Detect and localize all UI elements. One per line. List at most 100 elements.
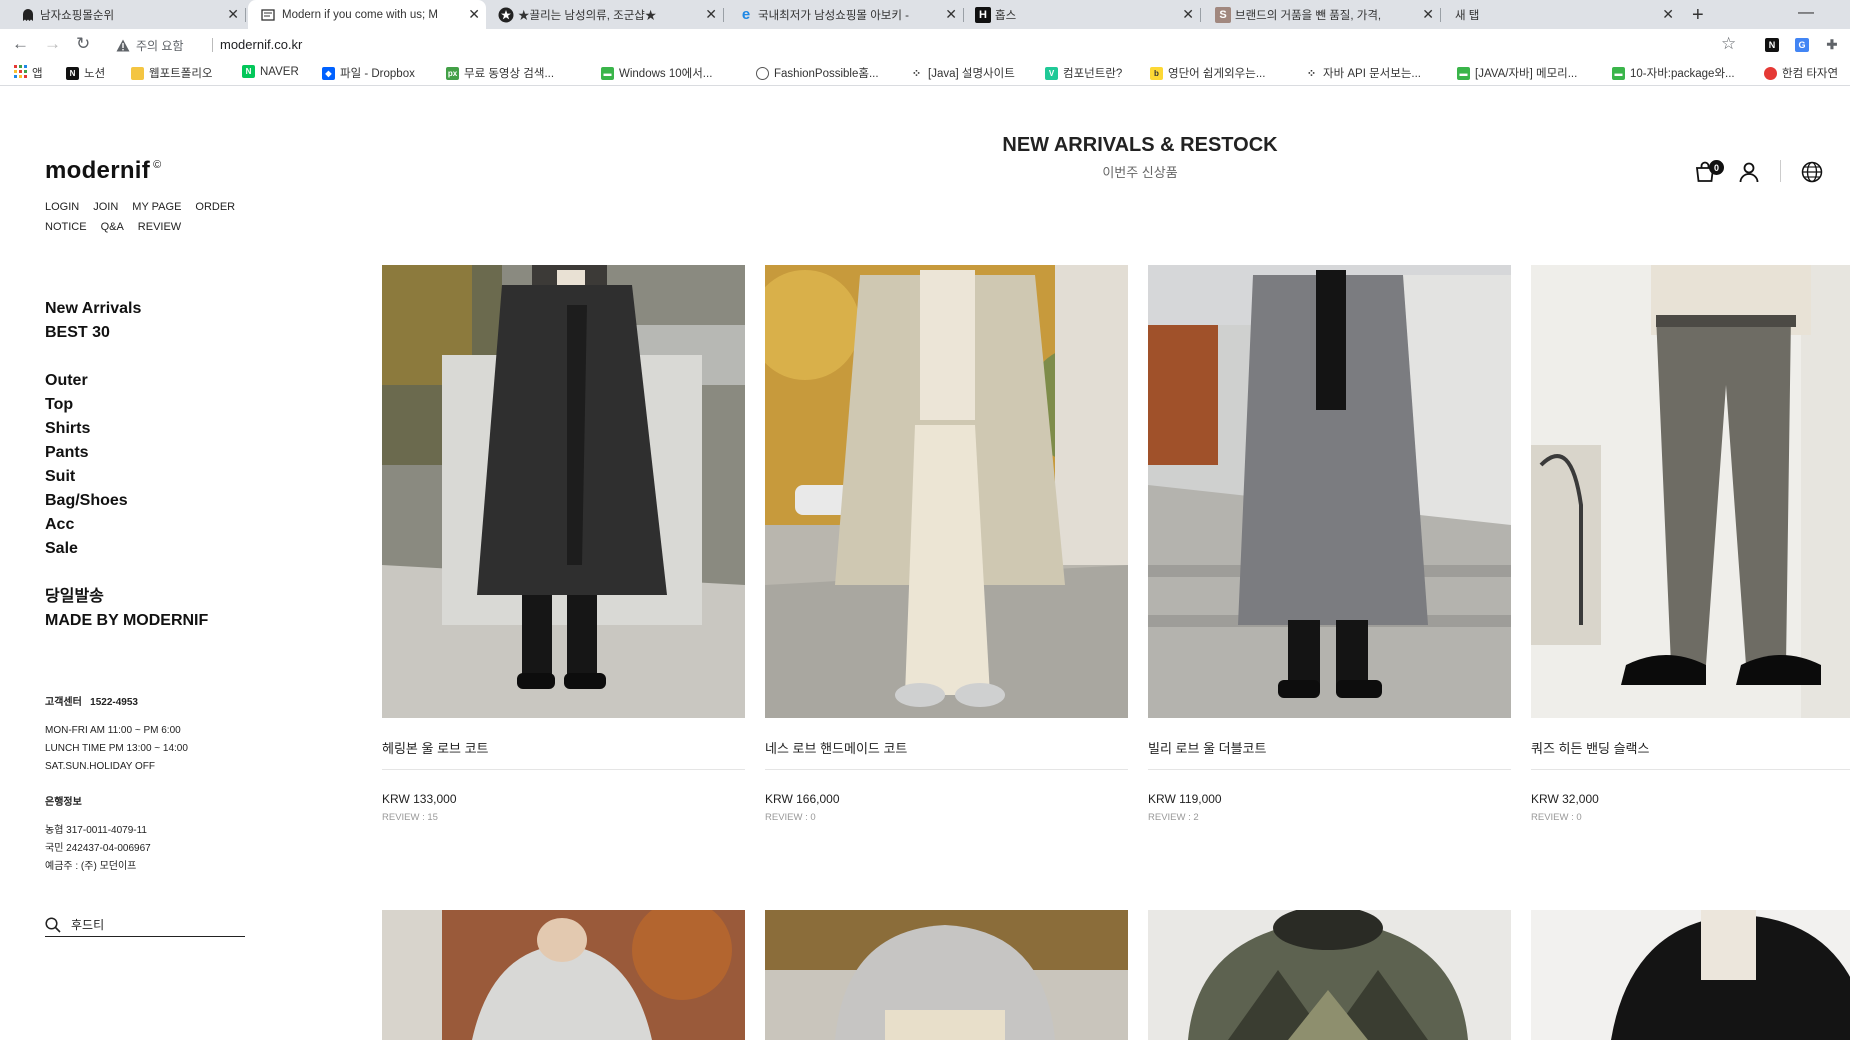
close-tab-icon[interactable]: ✕ [1182,6,1194,23]
bookmark-dropbox[interactable]: ◆ 파일 - Dropbox [322,65,415,81]
typing-icon [1764,66,1777,80]
bookmark-naver[interactable]: N NAVER [242,65,299,78]
close-tab-icon[interactable]: ✕ [468,6,480,23]
tab-6[interactable]: S 브랜드의 거품을 뺀 품질, 가격, ✕ [1215,0,1441,29]
translate-ext-icon[interactable]: G [1795,38,1809,52]
bookmark-portfolio[interactable]: 웹포트폴리오 [131,65,212,81]
product-card[interactable] [1148,910,1511,1040]
notice-link[interactable]: NOTICE [45,221,87,233]
product-card[interactable]: 헤링본 울 로브 코트 KRW 133,000 REVIEW : 15 [382,265,745,823]
review-link[interactable]: REVIEW [138,221,181,233]
product-image[interactable] [382,910,745,1040]
naver-icon: N [242,65,255,78]
close-tab-icon[interactable]: ✕ [1662,6,1674,23]
close-tab-icon[interactable]: ✕ [705,6,717,23]
bookmark-javaapi[interactable]: ⁘ 자바 API 문서보는... [1305,65,1421,81]
product-image[interactable] [765,910,1128,1040]
tab-2-active[interactable]: Modern if you come with us; M ✕ [248,0,486,29]
security-indicator[interactable]: 주의 요함 [116,37,184,54]
cs-phone: 1522-4953 [90,697,138,708]
menu-best-30[interactable]: BEST 30 [45,321,141,345]
order-link[interactable]: ORDER [195,201,235,213]
notion-ext-icon[interactable]: N [1765,38,1779,52]
product-name[interactable]: 네스 로브 핸드메이드 코트 [765,738,1128,770]
product-name[interactable]: 헤링본 울 로브 코트 [382,738,745,770]
product-card[interactable] [1531,910,1850,1040]
s-icon: S [1215,6,1231,23]
bookmark-label: 무료 동영상 검색... [464,68,555,80]
menu-shirts[interactable]: Shirts [45,417,128,441]
menu-made-by[interactable]: MADE BY MODERNIF [45,609,208,633]
extensions-icon[interactable]: ✚ [1825,37,1839,52]
bookmark-video[interactable]: px 무료 동영상 검색... [446,65,554,81]
product-card[interactable]: 쿼즈 히든 밴딩 슬랙스 KRW 32,000 REVIEW : 0 [1531,265,1850,823]
close-tab-icon[interactable]: ✕ [1422,6,1434,23]
minimize-icon[interactable]: — [1798,4,1814,22]
product-name[interactable]: 쿼즈 히든 밴딩 슬랙스 [1531,738,1850,770]
bookmark-words[interactable]: b 영단어 쉽게외우는... [1150,65,1265,81]
search-input[interactable]: 후드티 [71,916,104,933]
tab-5[interactable]: H 홉스 ✕ [975,0,1201,29]
chat-icon: ▬ [1612,66,1625,80]
apps-grid-icon [14,65,27,81]
site-logo[interactable]: modernif © [45,157,161,185]
product-image[interactable] [382,265,745,718]
new-tab-icon[interactable]: + [1692,4,1704,27]
logo-mark: © [153,159,162,171]
customer-center: 고객센터 1522-4953 MON-FRI AM 11:00 ~ PM 6:0… [45,694,188,776]
bookmark-apps[interactable]: 앱 [14,65,43,81]
reload-icon[interactable]: ↻ [76,34,90,54]
bookmark-typing[interactable]: 한컴 타자연 [1764,65,1838,81]
menu-suit[interactable]: Suit [45,465,128,489]
product-card[interactable] [765,910,1128,1040]
bookmark-fashion[interactable]: FashionPossible홈... [756,65,879,81]
product-image[interactable] [1148,265,1511,718]
menu-acc[interactable]: Acc [45,513,128,537]
login-link[interactable]: LOGIN [45,201,79,213]
bookmark-component[interactable]: V 컴포넌트란? [1045,65,1122,81]
close-tab-icon[interactable]: ✕ [945,6,957,23]
menu-same-day[interactable]: 당일발송 [45,585,208,609]
bookmark-label: FashionPossible홈... [774,68,879,80]
join-link[interactable]: JOIN [93,201,118,213]
search-box[interactable]: 후드티 [45,913,245,937]
forward-icon[interactable]: → [44,34,61,54]
user-icon[interactable] [1737,160,1761,184]
dots-icon: ⁘ [1305,66,1318,80]
tab-1[interactable]: 남자쇼핑몰순위 ✕ [20,0,246,29]
product-image[interactable] [1531,265,1850,718]
product-card[interactable] [382,910,745,1040]
mypage-link[interactable]: MY PAGE [132,201,181,213]
tab-3[interactable]: ★끌리는 남성의류, 조군샵★ ✕ [498,0,724,29]
product-card[interactable]: 네스 로브 핸드메이드 코트 KRW 166,000 REVIEW : 0 [765,265,1128,823]
product-image[interactable] [1148,910,1511,1040]
menu-new-arrivals[interactable]: New Arrivals [45,297,141,321]
product-image[interactable] [1531,910,1850,1040]
menu-outer[interactable]: Outer [45,369,128,393]
search-icon[interactable] [45,916,61,933]
product-name[interactable]: 빌리 로브 울 더블코트 [1148,738,1511,770]
url-input[interactable]: modernif.co.kr [220,37,302,52]
bookmark-notion[interactable]: N 노션 [66,65,105,81]
tab-4[interactable]: e 국내최저가 남성쇼핑몰 아보키 - ✕ [738,0,964,29]
dropbox-icon: ◆ [322,66,335,80]
bookmark-star-icon[interactable]: ☆ [1721,34,1736,54]
menu-pants[interactable]: Pants [45,441,128,465]
back-icon[interactable]: ← [12,34,29,54]
tab-7[interactable]: 새 탭 ✕ [1455,0,1680,29]
product-card[interactable]: 빌리 로브 울 더블코트 KRW 119,000 REVIEW : 2 [1148,265,1511,823]
product-image[interactable] [765,265,1128,718]
bookmark-package[interactable]: ▬ 10-자바:package와... [1612,65,1735,81]
menu-sale[interactable]: Sale [45,537,128,561]
close-tab-icon[interactable]: ✕ [227,6,239,23]
menu-top[interactable]: Top [45,393,128,417]
menu-bag-shoes[interactable]: Bag/Shoes [45,489,128,513]
qna-link[interactable]: Q&A [101,221,124,233]
globe-icon[interactable] [1800,160,1824,184]
bookmark-java[interactable]: ⁘ [Java] 설명사이트 [910,65,1015,81]
tab-bar: 남자쇼핑몰순위 ✕ Modern if you come with us; M … [0,0,1850,29]
product-review-count: REVIEW : 0 [765,812,816,823]
bookmark-memory[interactable]: ▬ [JAVA/자바] 메모리... [1457,65,1577,81]
tab-title: 브랜드의 거품을 뺀 품질, 가격, [1235,9,1382,22]
bookmark-windows[interactable]: ▬ Windows 10에서... [601,65,712,81]
